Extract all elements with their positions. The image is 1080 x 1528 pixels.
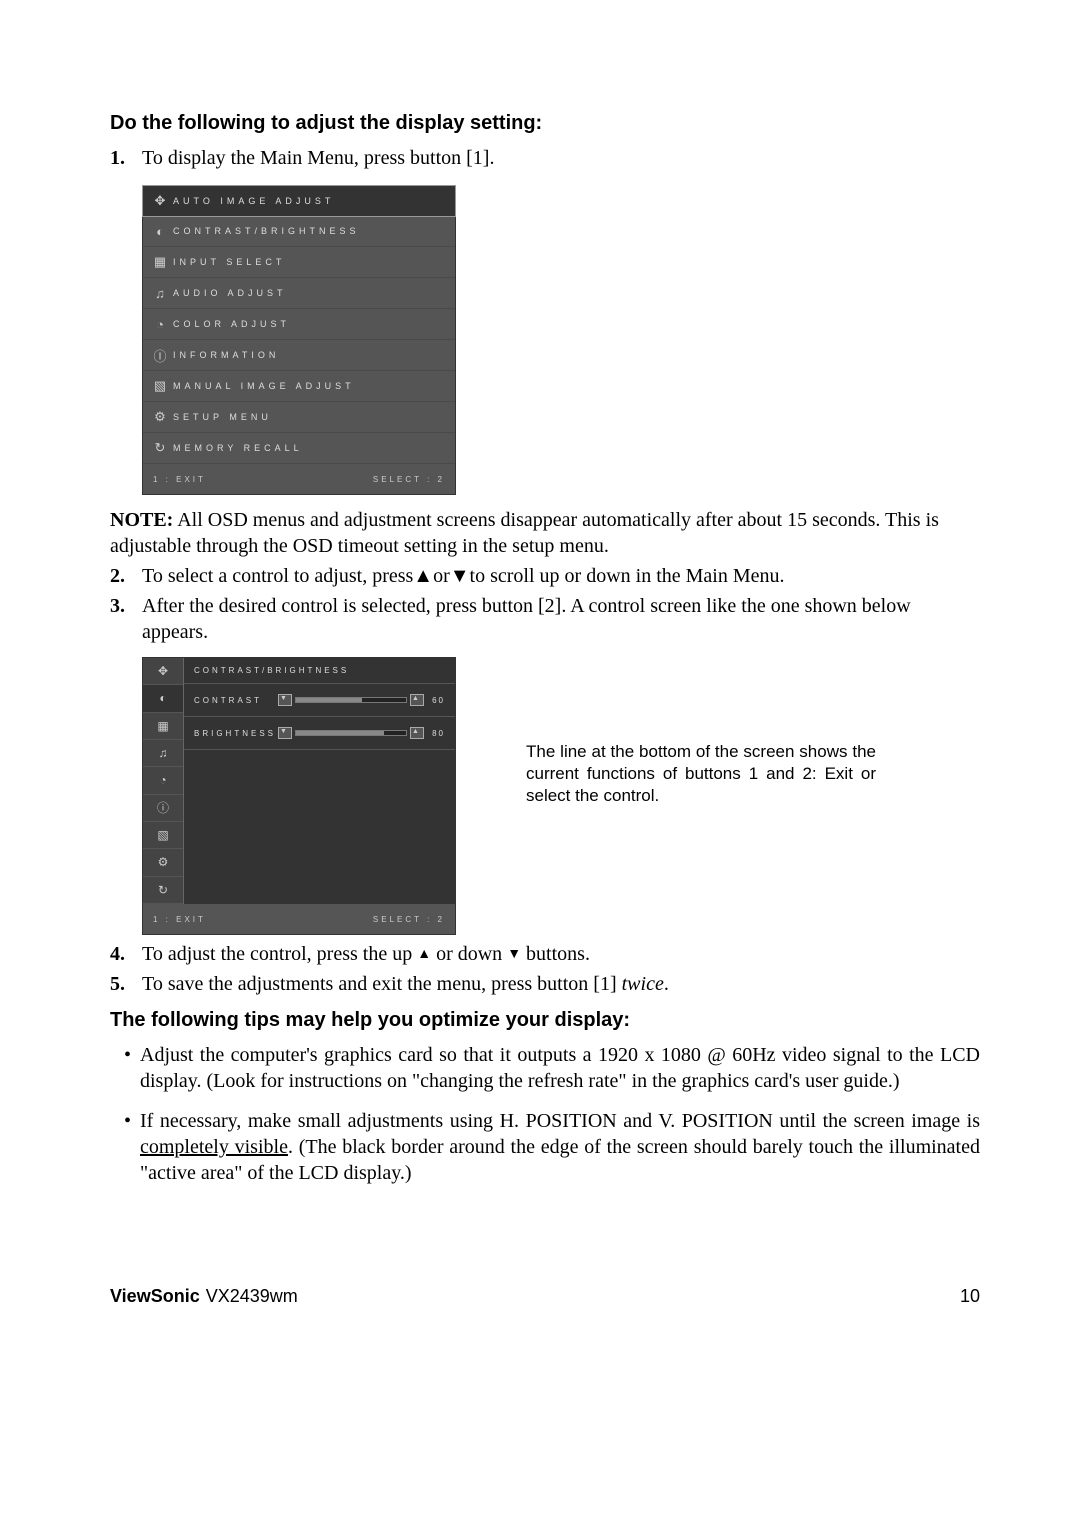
osd-main-menu: ✥AUTO IMAGE ADJUST ◐CONTRAST/BRIGHTNESS …	[142, 185, 456, 495]
callout-line	[385, 750, 456, 751]
osd2-footer-right: SELECT : 2	[373, 915, 445, 924]
step-1-text: To display the Main Menu, press button […	[142, 147, 494, 169]
page-footer: ViewSonic VX2439wm 10	[110, 1286, 980, 1307]
contrast-label: CONTRAST	[194, 696, 274, 705]
down-button-2: ▼	[278, 727, 292, 739]
up-button: ▲	[410, 694, 424, 706]
down-button: ▼	[278, 694, 292, 706]
callout-text: The line at the bottom of the screen sho…	[526, 741, 876, 807]
osd1-item-3: AUDIO ADJUST	[173, 288, 287, 298]
brightness-label: BRIGHTNESS	[194, 729, 274, 738]
auto-image-icon: ✥	[151, 193, 173, 209]
icon2-1: ◐	[143, 685, 183, 712]
osd-control-screen: ✥ ◐ ▦ ♫ ◔ ⓘ ▧ ⚙ ↻ CONTRAST/BRIGHTNESS CO…	[142, 657, 456, 935]
contrast-icon: ◐	[151, 224, 173, 239]
footer-brand: ViewSonic	[110, 1286, 200, 1306]
contrast-value: 60	[427, 696, 445, 705]
icon2-0: ✥	[143, 658, 183, 685]
osd1-item-4: COLOR ADJUST	[173, 319, 290, 329]
icon2-6: ▧	[143, 822, 183, 849]
input-icon: ▦	[151, 254, 173, 270]
footer-page-number: 10	[960, 1286, 980, 1307]
step-2-text: To select a control to adjust, press▲or▼…	[142, 565, 785, 587]
icon2-2: ▦	[143, 713, 183, 740]
tip-1: Adjust the computer's graphics card so t…	[110, 1042, 980, 1094]
footer-model: VX2439wm	[206, 1286, 298, 1306]
note-line: NOTE: All OSD menus and adjustment scree…	[110, 507, 980, 559]
tip-2: If necessary, make small adjustments usi…	[110, 1108, 980, 1186]
steps-list-c: 4.To adjust the control, press the up ▲ …	[110, 941, 980, 997]
setup-icon: ⚙	[151, 409, 173, 425]
icon2-8: ↻	[143, 877, 183, 904]
osd2-title: CONTRAST/BRIGHTNESS	[184, 658, 455, 684]
icon2-5: ⓘ	[143, 795, 183, 822]
osd2-footer-left: 1 : EXIT	[153, 915, 206, 924]
audio-icon: ♫	[151, 286, 173, 301]
recall-icon: ↻	[151, 440, 173, 456]
color-icon: ◔	[151, 317, 173, 332]
steps-list-a: 1.To display the Main Menu, press button…	[110, 145, 980, 171]
osd1-item-7: SETUP MENU	[173, 412, 272, 422]
osd1-item-2: INPUT SELECT	[173, 257, 285, 267]
osd1-item-0: AUTO IMAGE ADJUST	[173, 196, 334, 206]
osd1-item-6: MANUAL IMAGE ADJUST	[173, 381, 355, 391]
osd1-item-1: CONTRAST/BRIGHTNESS	[173, 226, 360, 236]
osd1-item-8: MEMORY RECALL	[173, 443, 303, 453]
brightness-value: 80	[427, 729, 445, 738]
manual-icon: ▧	[151, 378, 173, 394]
icon2-4: ◔	[143, 767, 183, 794]
step-4-text: To adjust the control, press the up ▲ or…	[142, 943, 590, 965]
tips-list: Adjust the computer's graphics card so t…	[110, 1042, 980, 1186]
step-5-text: To save the adjustments and exit the men…	[142, 973, 669, 995]
icon2-7: ⚙	[143, 849, 183, 876]
steps-list-b: 2.To select a control to adjust, press▲o…	[110, 563, 980, 645]
section-heading-1: Do the following to adjust the display s…	[110, 112, 980, 135]
info-icon: ⓘ	[151, 346, 173, 365]
osd1-footer-left: 1 : EXIT	[153, 475, 206, 484]
osd1-item-5: INFORMATION	[173, 350, 279, 360]
osd1-footer-right: SELECT : 2	[373, 475, 445, 484]
section-heading-2: The following tips may help you optimize…	[110, 1009, 980, 1032]
up-button-2: ▲	[410, 727, 424, 739]
icon2-3: ♫	[143, 740, 183, 767]
step-3-text: After the desired control is selected, p…	[142, 595, 911, 643]
